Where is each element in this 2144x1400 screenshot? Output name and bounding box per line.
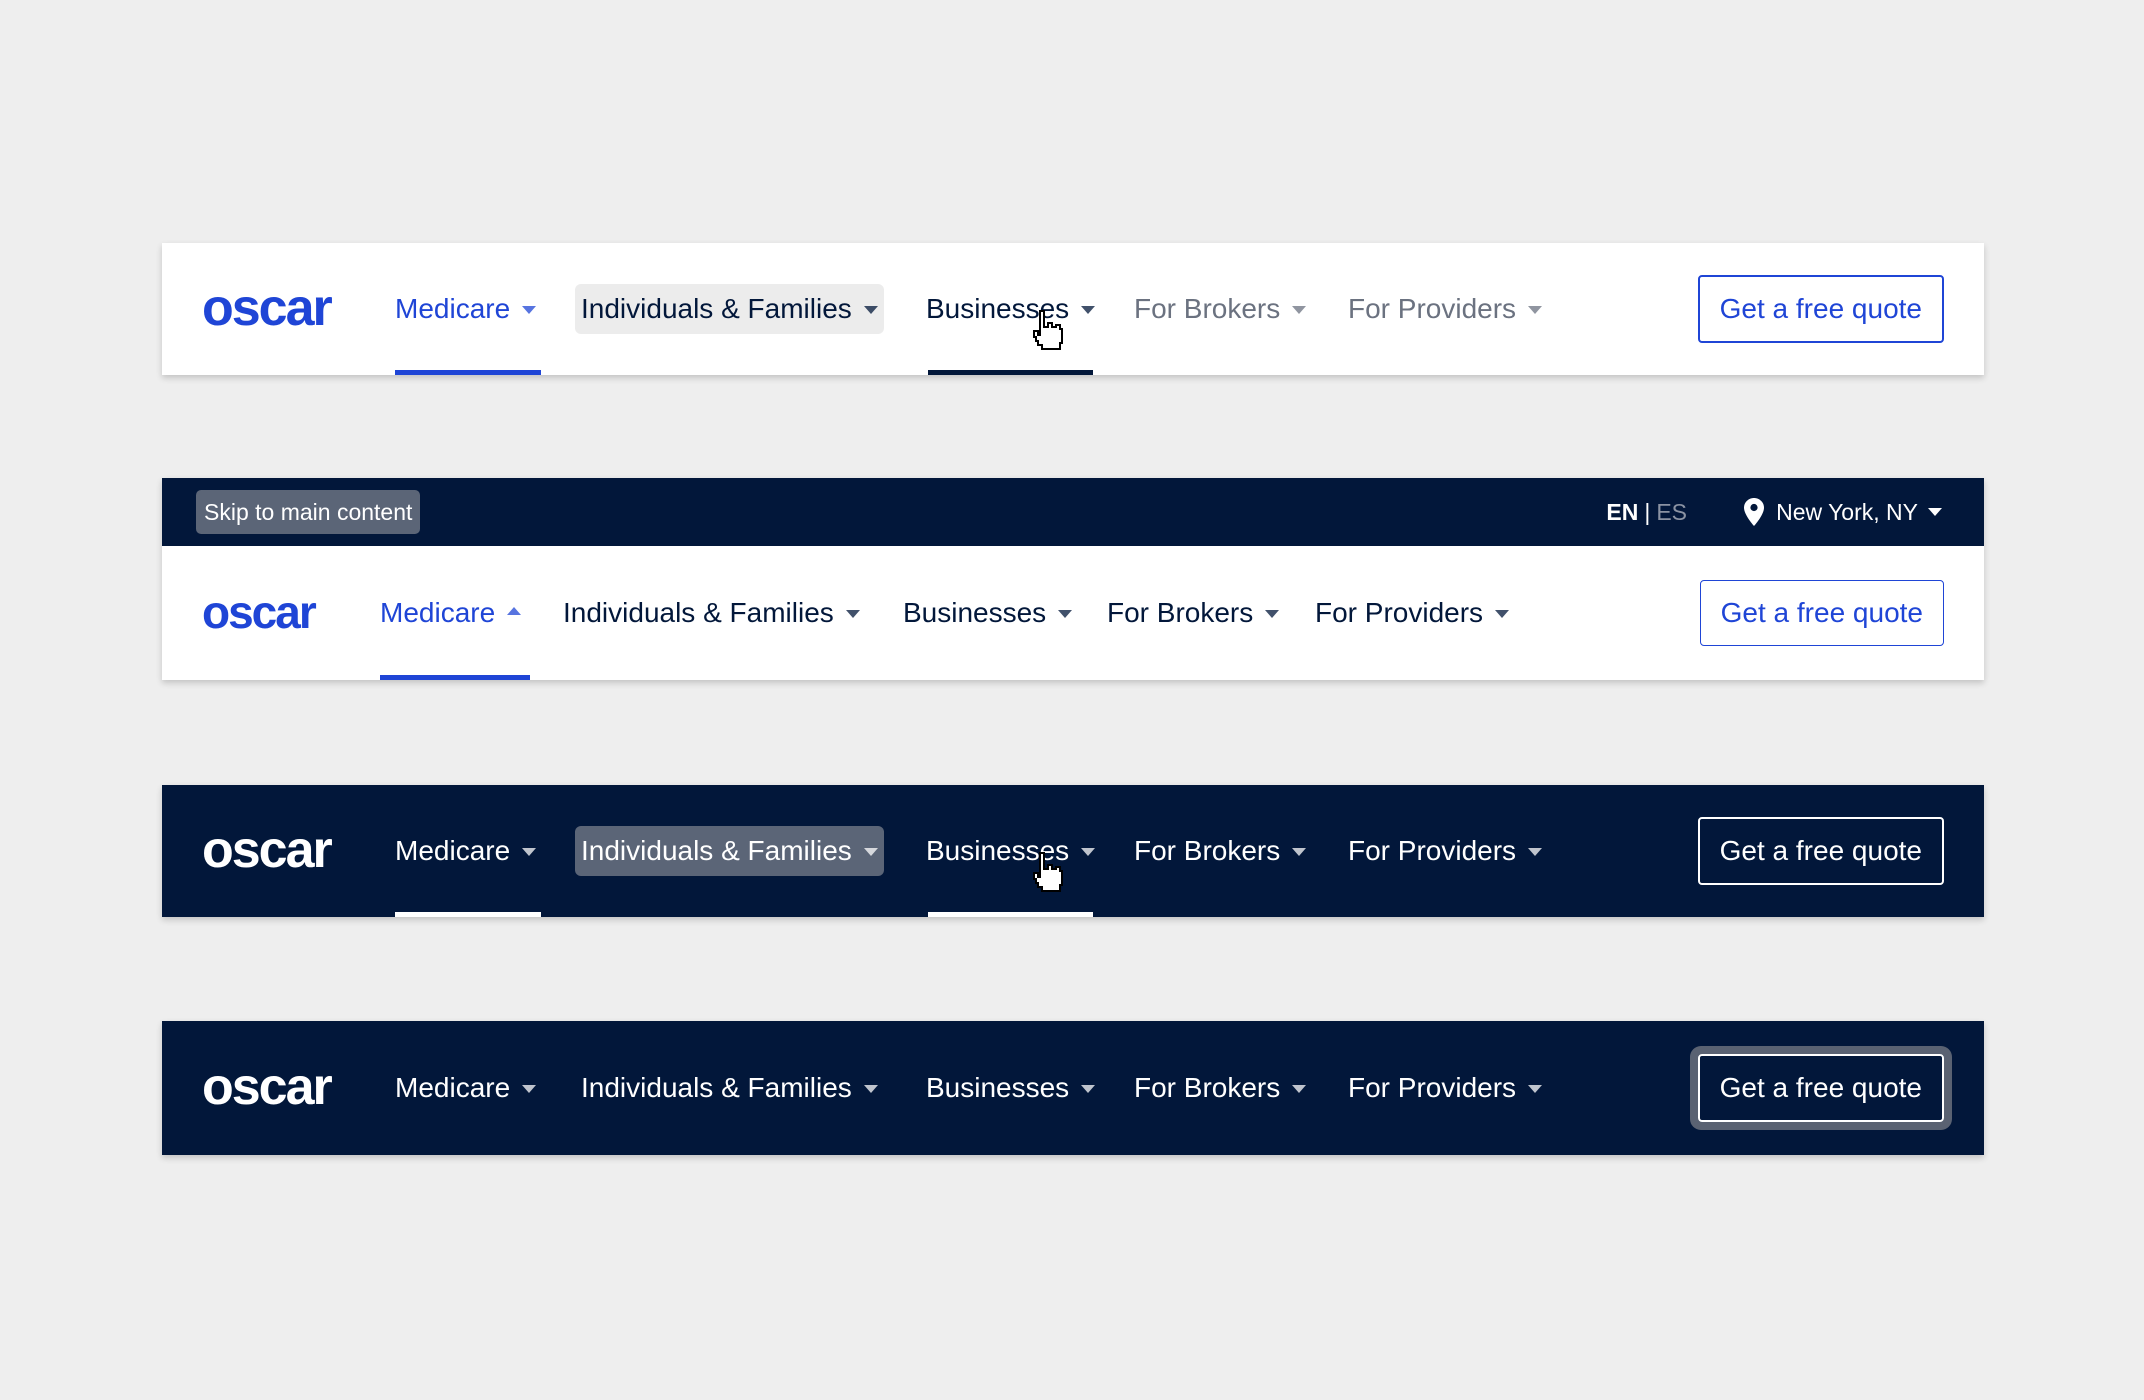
nav-item-businesses[interactable]: Businesses: [926, 243, 1096, 375]
nav-item-brokers[interactable]: For Brokers: [1107, 546, 1280, 680]
oscar-logo[interactable]: oscar: [202, 824, 333, 876]
chevron-down-icon: [1081, 1085, 1096, 1093]
nav-label: Medicare: [395, 293, 511, 324]
nav-label: Medicare: [395, 835, 511, 866]
oscar-logo[interactable]: oscar: [202, 282, 333, 334]
chevron-down-icon: [1528, 848, 1543, 856]
nav-label: For Brokers: [1107, 597, 1254, 628]
chevron-down-icon: [1081, 306, 1096, 314]
chevron-down-icon: [1081, 848, 1096, 856]
nav-label: For Providers: [1348, 293, 1517, 324]
main-nav: oscar Medicare Individuals & Families Bu…: [162, 1021, 1984, 1155]
get-quote-button[interactable]: Get a free quote: [1699, 580, 1944, 646]
nav-label: Individuals & Families: [563, 597, 834, 628]
nav-label: For Providers: [1348, 1072, 1517, 1103]
lang-es[interactable]: ES: [1656, 499, 1687, 526]
chevron-down-icon: [863, 848, 878, 856]
nav-item-providers[interactable]: For Providers: [1348, 243, 1543, 375]
nav-label: Individuals & Families: [581, 293, 852, 324]
nav-item-businesses[interactable]: Businesses: [926, 785, 1096, 917]
chevron-down-icon: [1528, 306, 1543, 314]
chevron-down-icon: [522, 306, 537, 314]
navbar-light-hover: oscar Medicare Individuals & Families Bu…: [162, 243, 1984, 375]
chevron-down-icon: [1292, 1085, 1307, 1093]
nav-label: Medicare: [395, 1072, 511, 1103]
nav-item-brokers[interactable]: For Brokers: [1134, 785, 1307, 917]
nav-item-individuals[interactable]: Individuals & Families: [575, 243, 884, 375]
nav-item-brokers[interactable]: For Brokers: [1134, 243, 1307, 375]
chevron-down-icon: [863, 1085, 878, 1093]
nav-item-providers[interactable]: For Providers: [1315, 546, 1510, 680]
nav-item-providers[interactable]: For Providers: [1348, 1021, 1543, 1155]
nav-label: For Providers: [1315, 597, 1484, 628]
nav-label: For Brokers: [1134, 1072, 1281, 1103]
chevron-down-icon: [1058, 610, 1073, 618]
get-quote-button[interactable]: Get a free quote: [1697, 1054, 1944, 1122]
chevron-down-icon: [522, 1085, 537, 1093]
utility-strip: Skip to main content EN | ES New York, N…: [162, 478, 1984, 546]
hover-underline: [928, 370, 1093, 375]
nav-item-individuals[interactable]: Individuals & Families: [581, 1021, 878, 1155]
nav-item-individuals[interactable]: Individuals & Families: [575, 785, 884, 917]
main-nav: oscar Medicare Individuals & Families Bu…: [162, 243, 1984, 375]
location-pin-icon: [1744, 498, 1765, 526]
chevron-down-icon: [1495, 610, 1510, 618]
nav-item-businesses[interactable]: Businesses: [903, 546, 1073, 680]
oscar-logo[interactable]: oscar: [202, 589, 317, 635]
nav-item-medicare[interactable]: Medicare: [395, 785, 541, 917]
chevron-down-icon: [1928, 508, 1942, 516]
nav-item-businesses[interactable]: Businesses: [926, 1021, 1096, 1155]
chevron-up-icon: [507, 607, 522, 615]
get-quote-button[interactable]: Get a free quote: [1697, 817, 1944, 885]
chevron-down-icon: [522, 848, 537, 856]
location-selector[interactable]: New York, NY: [1744, 478, 1942, 546]
lang-separator: |: [1644, 498, 1651, 525]
nav-label: For Brokers: [1134, 835, 1281, 866]
chevron-down-icon: [863, 306, 878, 314]
main-nav: oscar Medicare Individuals & Families Bu…: [162, 785, 1984, 917]
nav-item-individuals[interactable]: Individuals & Families: [563, 546, 860, 680]
hover-highlight: Individuals & Families: [575, 826, 884, 876]
chevron-down-icon: [1292, 848, 1307, 856]
nav-label: Businesses: [903, 597, 1047, 628]
hand-pointer-icon: [1033, 852, 1063, 892]
oscar-logo[interactable]: oscar: [202, 1061, 333, 1113]
nav-label: Businesses: [926, 1072, 1070, 1103]
get-quote-button[interactable]: Get a free quote: [1697, 275, 1944, 343]
active-underline: [395, 370, 541, 375]
chevron-down-icon: [1292, 306, 1307, 314]
nav-item-medicare[interactable]: Medicare: [380, 546, 530, 680]
nav-label: For Providers: [1348, 835, 1517, 866]
nav-item-medicare[interactable]: Medicare: [395, 243, 541, 375]
nav-item-medicare[interactable]: Medicare: [395, 1021, 537, 1155]
chevron-down-icon: [845, 610, 860, 618]
nav-label: Medicare: [380, 597, 496, 628]
chevron-down-icon: [1265, 610, 1280, 618]
hover-highlight: Individuals & Families: [575, 284, 884, 334]
hand-pointer-icon: [1033, 310, 1063, 350]
main-nav: oscar Medicare Individuals & Families Bu…: [162, 546, 1984, 680]
lang-en[interactable]: EN: [1606, 499, 1638, 526]
active-underline: [395, 912, 541, 917]
navbar-dark-focus: oscar Medicare Individuals & Families Bu…: [162, 1021, 1984, 1155]
active-underline: [380, 675, 530, 680]
location-label: New York, NY: [1776, 498, 1918, 525]
hover-underline: [928, 912, 1093, 917]
navbar-dark-hover: oscar Medicare Individuals & Families Bu…: [162, 785, 1984, 917]
nav-item-providers[interactable]: For Providers: [1348, 785, 1543, 917]
skip-link[interactable]: Skip to main content: [196, 490, 421, 534]
nav-item-brokers[interactable]: For Brokers: [1134, 1021, 1307, 1155]
nav-label: For Brokers: [1134, 293, 1281, 324]
navbar-light-with-utility: Skip to main content EN | ES New York, N…: [162, 478, 1984, 680]
nav-label: Individuals & Families: [581, 1072, 852, 1103]
nav-label: Individuals & Families: [581, 835, 852, 866]
language-switcher: EN | ES: [1606, 478, 1687, 546]
chevron-down-icon: [1528, 1085, 1543, 1093]
